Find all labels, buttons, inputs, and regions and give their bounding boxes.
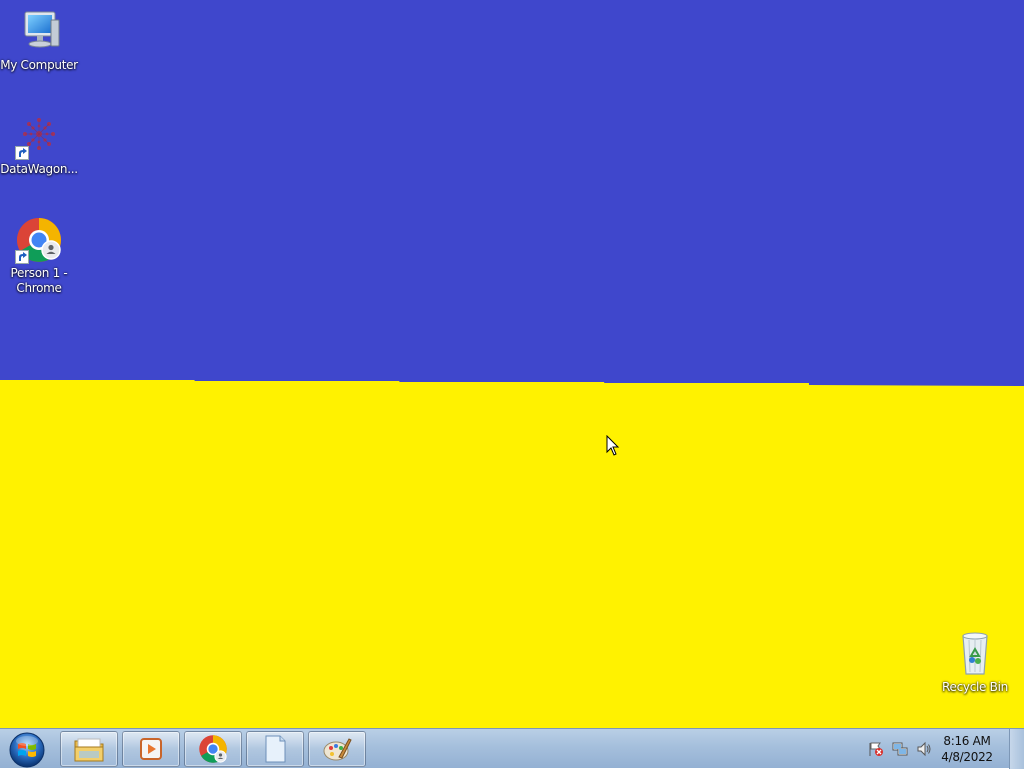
volume-icon[interactable] <box>916 741 932 757</box>
start-orb-icon <box>9 732 45 768</box>
wallpaper-yellow <box>0 380 1024 728</box>
desktop-icon-recycle-bin[interactable]: Recycle Bin <box>936 630 1014 695</box>
notification-area: 8:16 AM 4/8/2022 <box>854 729 1024 769</box>
start-button[interactable] <box>5 730 49 768</box>
taskbar-button-paint[interactable] <box>308 731 366 767</box>
taskbar-button-notepad[interactable] <box>246 731 304 767</box>
wallpaper-blue <box>0 0 1024 386</box>
taskbar-button-media-player[interactable] <box>122 731 180 767</box>
datawagon-icon <box>15 112 63 160</box>
chrome-icon <box>199 735 227 763</box>
clock-time: 8:16 AM <box>943 734 991 748</box>
clock[interactable]: 8:16 AM 4/8/2022 <box>937 733 997 765</box>
action-center-flag-icon[interactable] <box>868 741 884 757</box>
desktop-icon-label: Person 1 - Chrome <box>10 266 68 295</box>
folder-icon <box>74 738 104 762</box>
paint-icon <box>323 738 352 761</box>
chrome-icon <box>15 216 63 264</box>
mouse-cursor-icon <box>606 435 620 456</box>
shortcut-arrow-icon <box>15 250 29 264</box>
taskbar-button-explorer[interactable] <box>60 731 118 767</box>
recycle-bin-icon <box>951 630 999 678</box>
shortcut-arrow-icon <box>15 146 29 160</box>
desktop-icon-person1-chrome[interactable]: Person 1 - Chrome <box>0 216 78 296</box>
show-desktop-button[interactable] <box>1009 729 1024 769</box>
network-icon[interactable] <box>892 741 908 757</box>
desktop-icon-datawagon[interactable]: DataWagon... <box>0 112 78 177</box>
taskbar-button-chrome[interactable] <box>184 731 242 767</box>
document-icon <box>265 735 286 763</box>
desktop-icon-my-computer[interactable]: My Computer <box>0 8 78 73</box>
desktop-icon-label: My Computer <box>0 58 78 72</box>
taskbar: 8:16 AM 4/8/2022 <box>0 728 1024 769</box>
desktop-icon-label: Recycle Bin <box>942 680 1008 694</box>
computer-icon <box>15 8 63 56</box>
clock-date: 4/8/2022 <box>941 750 993 764</box>
desktop-icon-label: DataWagon... <box>0 162 78 176</box>
desktop[interactable]: My Computer DataWagon... Person 1 - Chro… <box>0 0 1024 728</box>
media-player-icon <box>140 738 162 760</box>
